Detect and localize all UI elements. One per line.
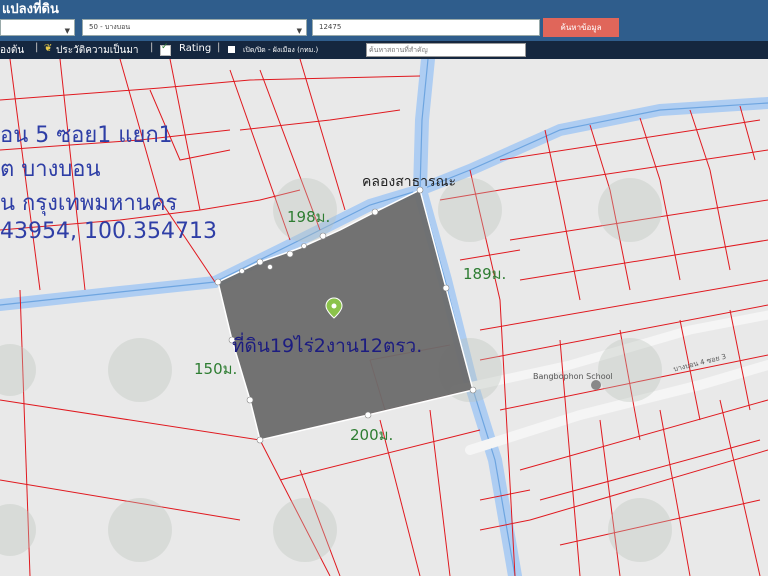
chevron-down-icon: ▼ bbox=[64, 27, 70, 35]
parcel-number-input[interactable]: 12475 bbox=[312, 19, 540, 36]
title-bar: แปลงที่ดิน bbox=[0, 0, 768, 17]
measure-south: 200ม. bbox=[350, 426, 394, 444]
district-select-value: 50 - บางบอน bbox=[89, 23, 131, 31]
measure-east: 189ม. bbox=[463, 265, 507, 283]
landmark-search-input[interactable]: ค้นหาสถานที่สำคัญ bbox=[366, 43, 526, 57]
chevron-down-icon: ▼ bbox=[296, 27, 302, 35]
measure-west: 150ม. bbox=[194, 360, 238, 378]
toolbar-separator: | bbox=[35, 42, 39, 53]
plot-area-label: ที่ดิน19ไร่2งาน12ตรว. bbox=[232, 335, 423, 357]
parcel-number-value: 12475 bbox=[319, 23, 342, 31]
address-line-1: อน 5 ซอย1 แยก1 bbox=[0, 123, 173, 148]
school-label: Bangbophon School bbox=[533, 372, 613, 381]
address-line-2: ต บางบอน bbox=[0, 157, 101, 182]
district-select[interactable]: 50 - บางบอน ▼ bbox=[82, 19, 307, 36]
toolbar-item-basic[interactable]: องต้น bbox=[0, 43, 24, 58]
coordinates: 43954, 100.354713 bbox=[0, 219, 217, 244]
measure-north: 198ม. bbox=[287, 208, 331, 226]
toolbar-item-zoning[interactable]: เปิด/ปิด - ผังเมือง (กทม.) bbox=[243, 45, 318, 56]
toolbar-separator: | bbox=[217, 42, 221, 53]
toolbar-item-history[interactable]: ประวัติความเป็นมา bbox=[56, 43, 139, 58]
canal-label: คลองสาธารณะ bbox=[362, 174, 457, 190]
zoning-checkbox[interactable] bbox=[228, 46, 235, 53]
check-icon: ✓ bbox=[161, 42, 169, 52]
search-row: ▼ 50 - บางบอน ▼ 12475 ค้นหาข้อมูล bbox=[0, 14, 768, 41]
sprout-icon: ❦ bbox=[44, 43, 53, 54]
toolbar-separator: | bbox=[150, 42, 154, 53]
map-view[interactable]: อน 5 ซอย1 แยก1 ต บางบอน น กรุงเทพมหานคร … bbox=[0, 59, 768, 576]
address-line-3: น กรุงเทพมหานคร bbox=[0, 191, 178, 216]
search-button[interactable]: ค้นหาข้อมูล bbox=[543, 18, 619, 37]
province-select[interactable]: ▼ bbox=[0, 19, 75, 36]
toolbar-item-rating[interactable]: Rating bbox=[179, 43, 211, 54]
school-icon bbox=[591, 380, 601, 390]
